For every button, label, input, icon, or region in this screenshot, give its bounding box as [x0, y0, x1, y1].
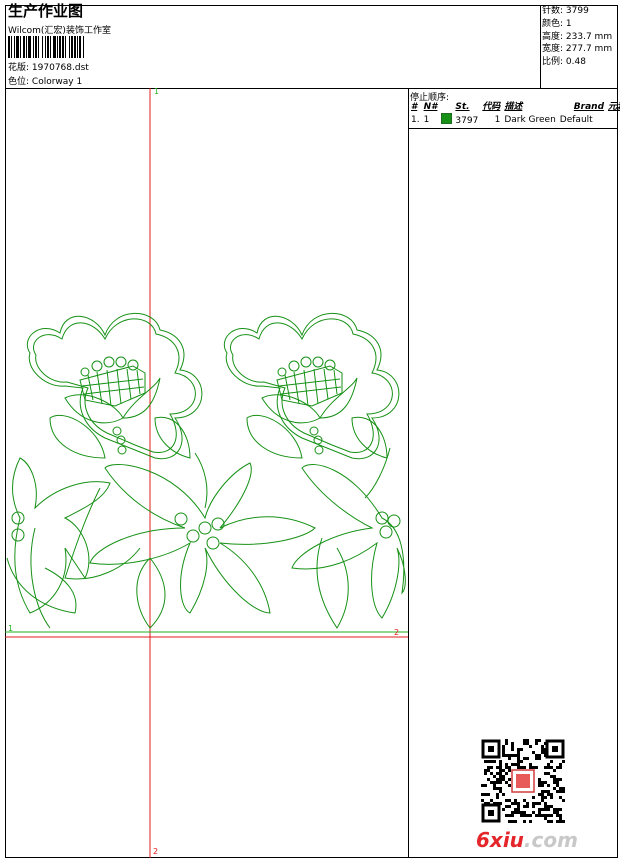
colorway-line: 色位: Colorway 1 — [8, 76, 82, 88]
design-value: 1970768.dst — [31, 63, 89, 73]
design-canvas — [5, 88, 408, 858]
barcode — [8, 36, 84, 58]
studio-name: Wilcom(汇宏)装饰工作室 — [8, 26, 111, 36]
thread-table-header: # N# St. 代码 描述 Brand 元素 — [411, 102, 620, 112]
stat-height: 高度: 233.7 mm — [542, 31, 613, 42]
left-flower — [26, 312, 203, 460]
color-swatch — [441, 113, 453, 124]
right-star-flower — [291, 464, 406, 629]
stat-scale: 比例: 0.48 — [542, 57, 586, 68]
center-star-flower — [64, 462, 316, 629]
stat-width: 宽度: 277.7 mm — [542, 44, 613, 55]
stat-colors: 颜色: 1 — [542, 18, 572, 29]
axis-label-h-left: 1 — [8, 624, 14, 633]
table-divider — [408, 128, 618, 129]
stat-stitches: 针数: 3799 — [542, 6, 589, 16]
table-row: 1. 1 3797 1 Dark Green Default — [411, 113, 593, 126]
design-line: 花版: 1970768.dst — [8, 62, 89, 74]
right-flower — [223, 312, 400, 460]
site-logo: 6xiu.com — [476, 828, 578, 852]
stats-block: 针数: 3799 颜色: 1 高度: 233.7 mm 宽度: 277.7 mm… — [542, 5, 612, 69]
stats-divider — [540, 5, 541, 88]
left-star-flower — [6, 457, 111, 614]
colorway-label: 色位: — [8, 77, 30, 87]
qr-code — [481, 739, 565, 823]
thread-table: # N# St. 代码 描述 Brand 元素 1. 1 3797 1 Dark… — [409, 101, 620, 126]
embroidery-design — [6, 312, 406, 629]
page-title: 生产作业图 — [8, 2, 84, 20]
axis-label-v-bottom: 2 — [153, 847, 159, 856]
design-label: 花版: — [8, 63, 30, 73]
panel-divider — [408, 88, 409, 858]
axis-label-h-right: 2 — [394, 628, 400, 637]
colorway-value: Colorway 1 — [31, 77, 83, 87]
axis-label-v-top: 1 — [154, 87, 160, 96]
